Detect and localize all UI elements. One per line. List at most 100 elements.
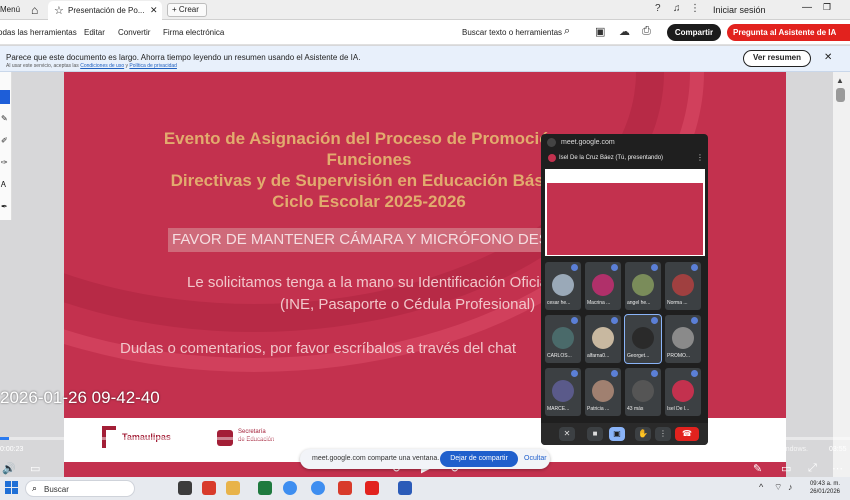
participant-name: Georget... (627, 353, 650, 359)
mic-off-icon[interactable]: ✕ (559, 427, 575, 441)
menu-esign[interactable]: Firma electrónica (163, 28, 224, 37)
apps-icon[interactable]: ⋮ (690, 3, 700, 14)
participant-tile[interactable]: Georget... (624, 314, 662, 364)
fullscreen-icon[interactable]: ⤢ (808, 462, 817, 475)
highlight-tool-icon[interactable]: ✑ (1, 158, 8, 167)
participant-tile[interactable]: angel he... (625, 262, 661, 310)
close-notification-icon[interactable]: ✕ (824, 52, 832, 63)
participant-tile[interactable]: Norma ... (665, 262, 701, 310)
subtitles-icon[interactable]: ▭ (30, 462, 40, 475)
chrome-profile-icon[interactable] (311, 481, 325, 495)
privacy-link[interactable]: Política de privacidad (129, 63, 177, 69)
terms-link[interactable]: Condiciones de uso (80, 63, 124, 69)
powerpoint-icon[interactable] (202, 481, 216, 495)
participant-name: Patricia ... (587, 406, 610, 412)
participant-name: Macrina ... (587, 300, 611, 306)
participant-tile[interactable]: 43 más (625, 368, 661, 416)
home-icon[interactable]: ⌂ (31, 3, 38, 17)
signin-button[interactable]: Iniciar sesión (713, 5, 766, 15)
participant-tile[interactable]: CARLOS... (545, 315, 581, 363)
draw-tool-icon[interactable]: ✐ (1, 136, 8, 145)
participant-tile[interactable]: cesar he... (545, 262, 581, 310)
present-icon[interactable]: ▣ (609, 427, 625, 441)
participant-mic-icon (691, 317, 698, 324)
close-tab-icon[interactable]: ✕ (150, 5, 158, 16)
slide-line-id: Le solicitamos tenga a la mano su Identi… (187, 274, 552, 291)
participant-name: cesar he... (547, 300, 571, 306)
new-tab-button[interactable]: + Crear (167, 3, 207, 17)
tray-chevron-icon[interactable]: ^ (759, 482, 763, 492)
save-icon[interactable]: ▣ (595, 25, 605, 38)
share-button[interactable]: Compartir (667, 24, 721, 41)
acrobat-icon[interactable] (338, 481, 352, 495)
system-clock[interactable]: 09:43 a. m. 26/01/2026 (800, 480, 840, 496)
notification-message: Parece que este documento es largo. Ahor… (6, 53, 361, 62)
speaker-icon[interactable]: ♪ (788, 482, 793, 492)
search-tools-label[interactable]: Buscar texto o herramientas (462, 28, 562, 37)
menu-convert[interactable]: Convertir (118, 28, 150, 37)
word-icon[interactable] (398, 481, 412, 495)
search-icon[interactable]: ⌕ (564, 25, 570, 38)
chrome-icon[interactable] (283, 481, 297, 495)
scrollbar-thumb[interactable] (836, 88, 845, 102)
document-scrollbar[interactable]: ▲ (833, 72, 850, 500)
video-elapsed-time: 0:00:23 (0, 446, 24, 453)
taskbar-search[interactable]: ⌕ Buscar (25, 480, 135, 497)
participant-tile[interactable]: Macrina ... (585, 262, 621, 310)
participant-tile[interactable]: Isel De l... (665, 368, 701, 416)
more-options-icon[interactable]: ⋯ (832, 462, 843, 475)
participant-mic-icon (691, 264, 698, 271)
miniplayer-icon[interactable]: ▭ (781, 462, 791, 475)
select-tool-icon[interactable] (0, 90, 10, 104)
volume-icon[interactable]: 🔊 (2, 462, 16, 475)
signature-tool-icon[interactable]: ✒ (1, 202, 8, 211)
more-icon[interactable]: ⋮ (696, 153, 704, 162)
meet-more-icon[interactable]: ⋮ (655, 427, 671, 441)
windows-start-icon[interactable] (5, 481, 19, 495)
meet-popup-window[interactable]: meet.google.com Isel De la Cruz Báez (Tú… (541, 134, 708, 445)
participant-mic-icon (571, 264, 578, 271)
menu-edit[interactable]: Editar (84, 28, 105, 37)
task-view-icon[interactable] (178, 481, 192, 495)
participant-avatar (552, 274, 574, 296)
maximize-icon[interactable]: ❐ (823, 2, 831, 13)
participant-tile[interactable]: MARCE... (545, 368, 581, 416)
browser-tab-presentation[interactable]: ☆ Presentación de Po... ✕ (48, 1, 162, 20)
excel-icon[interactable] (258, 481, 272, 495)
participant-mic-icon (611, 317, 618, 324)
comment-tool-icon[interactable]: ✎ (1, 114, 8, 123)
edit-icon[interactable]: ✎ (753, 462, 762, 475)
participant-mic-icon (611, 264, 618, 271)
tab-title: Presentación de Po... (68, 6, 145, 15)
print-icon[interactable]: ⎙ (642, 25, 651, 38)
minimize-icon[interactable]: — (802, 2, 812, 13)
upload-icon[interactable]: ☁ (619, 25, 630, 38)
participant-mic-icon (611, 370, 618, 377)
video-total-time: 03:55 (829, 446, 847, 453)
hide-sharing-bar-button[interactable]: Ocultar (524, 455, 547, 462)
participant-mic-icon (691, 370, 698, 377)
meet-control-bar: ✕ ■ ▣ ✋ ⋮ ☎ (541, 423, 708, 445)
acrobat-reader-icon[interactable] (365, 481, 379, 495)
file-explorer-icon[interactable] (226, 481, 240, 495)
sep-logo-text: Secretaría de Educación (238, 429, 275, 443)
acrobat-toolbar: Todas las herramientas Editar Convertir … (0, 20, 850, 45)
ai-assistant-button[interactable]: Pregunta al Asistente de IA (727, 24, 850, 41)
participant-tile[interactable]: alfarna0... (585, 315, 621, 363)
view-summary-button[interactable]: Ver resumen (743, 50, 811, 67)
hand-icon[interactable]: ✋ (635, 427, 651, 441)
end-call-icon[interactable]: ☎ (675, 427, 699, 441)
bell-icon[interactable]: ♫ (673, 3, 681, 14)
browser-menu-button[interactable]: Menú (0, 5, 20, 14)
menu-all-tools[interactable]: Todas las herramientas (0, 28, 77, 37)
participant-tile[interactable]: PROMO... (665, 315, 701, 363)
scroll-up-icon[interactable]: ▲ (836, 76, 844, 85)
help-icon[interactable]: ? (655, 3, 661, 14)
text-tool-icon[interactable]: Ꭺ (1, 180, 6, 190)
wifi-icon[interactable]: ⌔ (774, 482, 782, 493)
camera-icon[interactable]: ■ (587, 427, 603, 441)
windows-taskbar: ⌕ Buscar ^ ⌔ ♪ 09:43 a. m. 26/01/2026 (0, 477, 850, 500)
participant-tile[interactable]: Patricia ... (585, 368, 621, 416)
stop-sharing-button[interactable]: Dejar de compartir (440, 451, 518, 467)
taskbar-search-label: Buscar (44, 485, 69, 494)
